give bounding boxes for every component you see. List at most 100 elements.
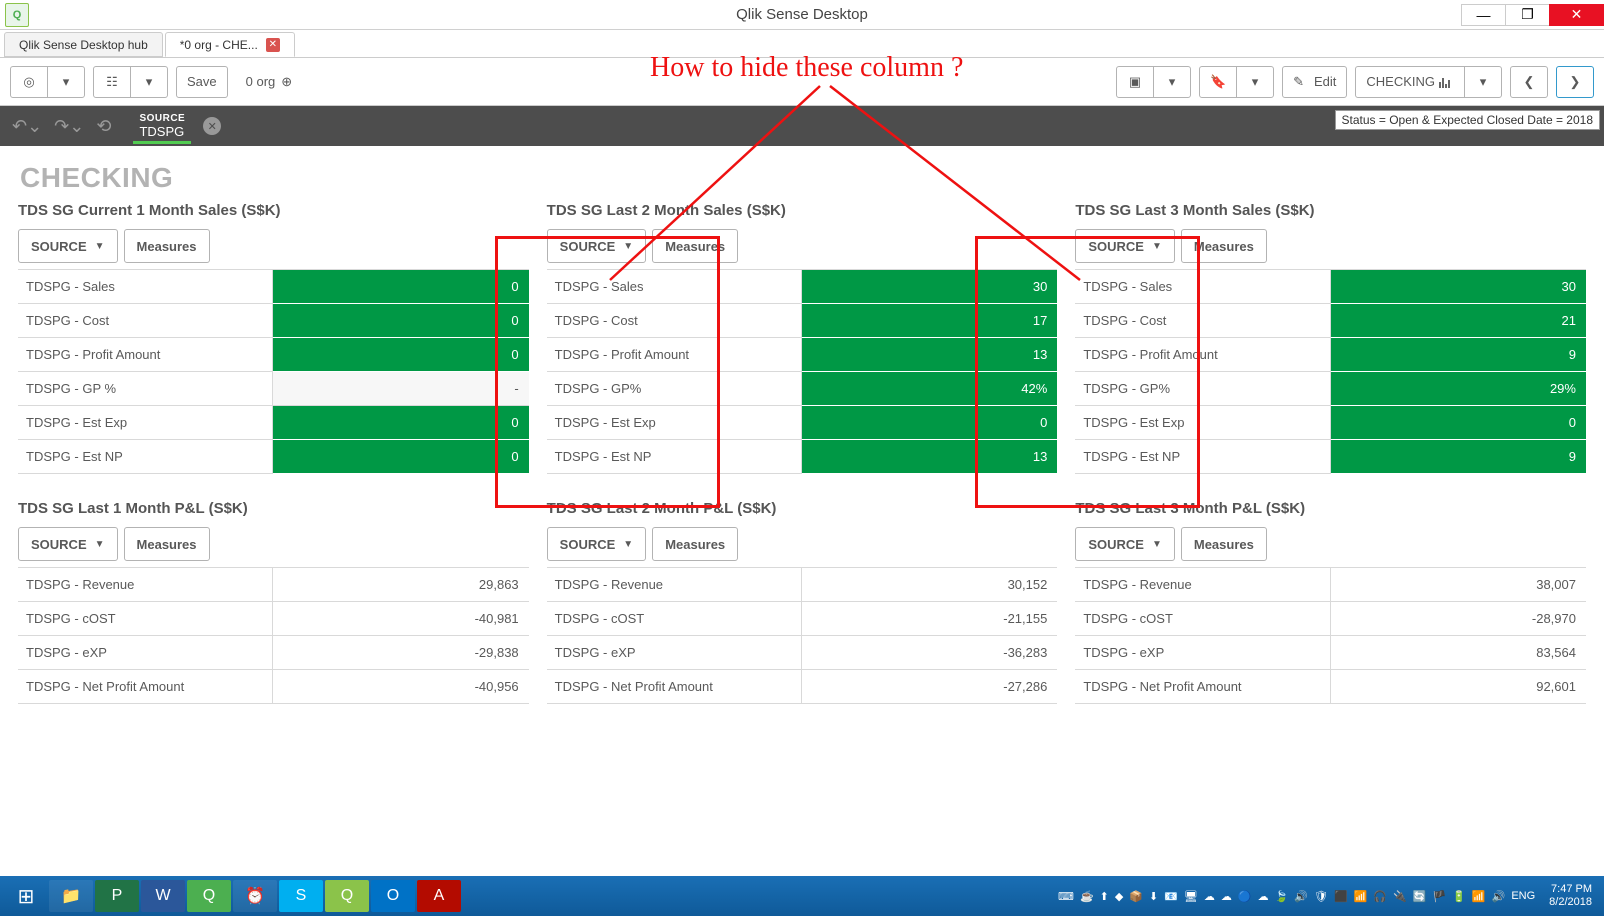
- tab-hub[interactable]: Qlik Sense Desktop hub: [4, 32, 163, 57]
- row-label: TDSPG - Net Profit Amount: [547, 670, 802, 704]
- tray-icon[interactable]: ☁: [1221, 890, 1232, 903]
- table-row: TDSPG - Sales0: [18, 270, 529, 304]
- tray-icon[interactable]: 🔊: [1492, 890, 1506, 903]
- taskbar-app[interactable]: S: [279, 880, 323, 912]
- tray-icon[interactable]: ☁: [1258, 890, 1269, 903]
- measures-button[interactable]: Measures: [124, 527, 210, 561]
- tray-icon[interactable]: 🔋: [1452, 890, 1466, 903]
- row-value: -: [273, 372, 528, 406]
- window-maximize[interactable]: ❐: [1505, 4, 1550, 26]
- taskbar-app[interactable]: W: [141, 880, 185, 912]
- row-value: 30: [802, 270, 1057, 304]
- row-value: 9: [1331, 440, 1586, 474]
- measures-button[interactable]: Measures: [124, 229, 210, 263]
- sheet-dropdown[interactable]: ▾: [1464, 66, 1502, 98]
- tray-icon[interactable]: 📦: [1129, 890, 1143, 903]
- row-value: 0: [1331, 406, 1586, 440]
- taskbar-app[interactable]: P: [95, 880, 139, 912]
- tray-icon[interactable]: 📶: [1472, 890, 1486, 903]
- bookmark-dropdown[interactable]: ▾: [1236, 66, 1274, 98]
- list-dropdown[interactable]: ▾: [130, 66, 168, 98]
- tray-icon[interactable]: 📧: [1164, 890, 1178, 903]
- panel: TDS SG Last 3 Month P&L (S$K)SOURCE▼Meas…: [1075, 500, 1586, 704]
- measures-button[interactable]: Measures: [1181, 229, 1267, 263]
- panel-table: TDSPG - Sales30TDSPG - Cost21TDSPG - Pro…: [1075, 269, 1586, 474]
- source-dropdown[interactable]: SOURCE▼: [547, 229, 647, 263]
- tray-icon[interactable]: ⬆: [1100, 890, 1109, 903]
- source-dropdown[interactable]: SOURCE▼: [1075, 229, 1175, 263]
- tray-icon[interactable]: 🖥: [1184, 890, 1198, 903]
- tray-icon[interactable]: 🛡: [1314, 890, 1328, 903]
- taskbar-app[interactable]: ⏰: [233, 880, 277, 912]
- taskbar-app[interactable]: Q: [187, 880, 231, 912]
- panel: TDS SG Last 1 Month P&L (S$K)SOURCE▼Meas…: [18, 500, 529, 704]
- sel-back-icon[interactable]: ↶⌄: [12, 116, 42, 137]
- table-row: TDSPG - Sales30: [1075, 270, 1586, 304]
- table-row: TDSPG - Cost21: [1075, 304, 1586, 338]
- taskbar-app[interactable]: A: [417, 880, 461, 912]
- tray-icon[interactable]: ☕: [1080, 890, 1094, 903]
- selection-clear-icon[interactable]: ✕: [203, 117, 221, 135]
- measures-button[interactable]: Measures: [652, 229, 738, 263]
- save-button[interactable]: Save: [176, 66, 228, 98]
- row-label: TDSPG - Revenue: [18, 568, 273, 602]
- selection-field: SOURCE: [139, 113, 185, 124]
- taskbar-clock[interactable]: 7:47 PM 8/2/2018: [1549, 883, 1592, 909]
- windows-taskbar: ⊞ 📁 P W Q ⏰ S Q O A ⌨ ☕ ⬆ ◆ 📦 ⬇ 📧 🖥 ☁ ☁ …: [0, 876, 1604, 916]
- tray-icon[interactable]: 🎧: [1373, 890, 1387, 903]
- tray-icon[interactable]: 🔵: [1238, 890, 1252, 903]
- source-dropdown[interactable]: SOURCE▼: [18, 527, 118, 561]
- tray-lang[interactable]: ENG: [1511, 890, 1535, 902]
- row-value: -21,155: [802, 602, 1057, 636]
- taskbar-app[interactable]: 📁: [49, 880, 93, 912]
- taskbar-app[interactable]: Q: [325, 880, 369, 912]
- nav-dropdown[interactable]: ▾: [47, 66, 85, 98]
- story-dropdown[interactable]: ▾: [1153, 66, 1191, 98]
- selection-chip[interactable]: SOURCE TDSPG: [133, 109, 191, 144]
- tab-close-icon[interactable]: ✕: [266, 38, 280, 52]
- nav-button[interactable]: ◎: [10, 66, 48, 98]
- table-row: TDSPG - Profit Amount0: [18, 338, 529, 372]
- tray-icon[interactable]: 🔌: [1393, 890, 1407, 903]
- source-dropdown[interactable]: SOURCE▼: [1075, 527, 1175, 561]
- list-button[interactable]: ☷: [93, 66, 131, 98]
- tray-icon[interactable]: 🍃: [1275, 890, 1289, 903]
- source-dropdown[interactable]: SOURCE▼: [547, 527, 647, 561]
- tray-icon[interactable]: ☁: [1204, 890, 1215, 903]
- table-row: TDSPG - Revenue30,152: [547, 568, 1058, 602]
- table-row: TDSPG - Cost0: [18, 304, 529, 338]
- app-icon: Q: [5, 3, 29, 27]
- start-button[interactable]: ⊞: [4, 876, 48, 916]
- measures-button[interactable]: Measures: [1181, 527, 1267, 561]
- sel-clear-all-icon[interactable]: ⟲: [96, 116, 111, 137]
- edit-button[interactable]: ✎ Edit: [1282, 66, 1347, 98]
- panel-title: TDS SG Current 1 Month Sales (S$K): [18, 202, 529, 219]
- tray-icon[interactable]: ◆: [1115, 890, 1123, 903]
- tray-icon[interactable]: 🔄: [1413, 890, 1427, 903]
- prev-sheet-button[interactable]: ❮: [1510, 66, 1548, 98]
- tray-icon[interactable]: 📶: [1354, 890, 1368, 903]
- tray-icon[interactable]: 🔊: [1294, 890, 1308, 903]
- taskbar-app[interactable]: O: [371, 880, 415, 912]
- table-row: TDSPG - cOST-28,970: [1075, 602, 1586, 636]
- tray-icon[interactable]: ⬛: [1334, 890, 1348, 903]
- breadcrumb[interactable]: 0 org ⊕: [236, 66, 303, 98]
- sheet-selector[interactable]: CHECKING: [1355, 66, 1465, 98]
- sel-forward-icon[interactable]: ↷⌄: [54, 116, 84, 137]
- measures-button[interactable]: Measures: [652, 527, 738, 561]
- window-close[interactable]: ✕: [1549, 4, 1604, 26]
- source-dropdown[interactable]: SOURCE▼: [18, 229, 118, 263]
- row-label: TDSPG - Profit Amount: [1075, 338, 1330, 372]
- tray-icon[interactable]: ⌨: [1058, 890, 1074, 903]
- next-sheet-button[interactable]: ❯: [1556, 66, 1594, 98]
- panel: TDS SG Current 1 Month Sales (S$K) SOURCE…: [18, 202, 529, 474]
- tab-app[interactable]: *0 org - CHE... ✕: [165, 32, 295, 57]
- bookmark-button[interactable]: 🔖: [1199, 66, 1237, 98]
- window-minimize[interactable]: —: [1461, 4, 1506, 26]
- tray-icon[interactable]: ⬇: [1149, 890, 1158, 903]
- story-button[interactable]: ▣: [1116, 66, 1154, 98]
- row-label: TDSPG - Cost: [18, 304, 273, 338]
- tray-icon[interactable]: 🏴: [1433, 890, 1447, 903]
- row-label: TDSPG - cOST: [1075, 602, 1330, 636]
- row-value: 0: [273, 304, 528, 338]
